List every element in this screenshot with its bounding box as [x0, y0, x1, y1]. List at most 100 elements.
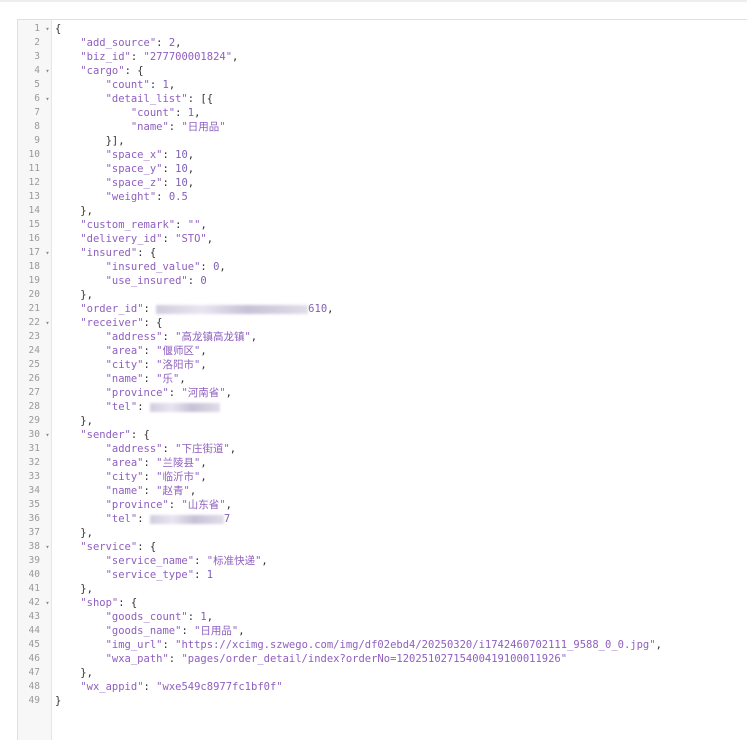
code-text: "count": 1, — [130, 107, 201, 119]
code-line: 45 "img_url": "https://xcimg.szwego.com/… — [18, 638, 747, 652]
code-text: "name": "日用品" — [130, 121, 226, 133]
line-number: 17 — [28, 247, 40, 258]
code-line: 7 "count": 1, — [18, 106, 747, 120]
code-line: 34 "name": "赵青", — [18, 484, 747, 498]
line-number: 36 — [28, 513, 40, 524]
code-text: }, — [55, 583, 93, 595]
code-line: 4 ▾ "cargo": { — [18, 64, 747, 78]
line-number: 37 — [28, 527, 40, 538]
code-line: 15 "custom_remark": "", — [18, 218, 747, 232]
code-line: 30 ▾ "sender": { — [18, 428, 747, 442]
fold-toggle-icon[interactable]: ▾ — [44, 22, 51, 36]
code-line: 17 ▾ "insured": { — [18, 246, 747, 260]
code-line: 5 "count": 1, — [18, 78, 747, 92]
fold-toggle-icon[interactable]: ▾ — [44, 92, 51, 106]
code-line: 20 }, — [18, 288, 747, 302]
line-number: 40 — [28, 569, 40, 580]
line-number: 46 — [28, 653, 40, 664]
line-number: 18 — [28, 261, 40, 272]
line-number: 8 — [34, 121, 40, 132]
code-text: "space_z": 10, — [105, 177, 195, 189]
code-line: 24 "area": "偃师区", — [18, 344, 747, 358]
code-line: 18 "insured_value": 0, — [18, 260, 747, 274]
line-number: 45 — [28, 639, 40, 650]
code-text: "shop": { — [80, 597, 138, 609]
code-text: "space_x": 10, — [105, 149, 195, 161]
line-number: 16 — [28, 233, 40, 244]
code-line: 23 "address": "高龙镇高龙镇", — [18, 330, 747, 344]
code-line: 9 }], — [18, 134, 747, 148]
line-number: 5 — [34, 79, 40, 90]
code-line: 12 "space_z": 10, — [18, 176, 747, 190]
code-line: 46 "wxa_path": "pages/order_detail/index… — [18, 652, 747, 666]
line-number: 23 — [28, 331, 40, 342]
line-number: 19 — [28, 275, 40, 286]
line-number: 15 — [28, 219, 40, 230]
code-text: "detail_list": [{ — [105, 93, 214, 105]
line-number: 34 — [28, 485, 40, 496]
code-line: 25 "city": "洛阳市", — [18, 358, 747, 372]
line-number: 22 — [28, 317, 40, 328]
fold-toggle-icon[interactable]: ▾ — [44, 428, 51, 442]
line-number: 31 — [28, 443, 40, 454]
code-text: "insured": { — [80, 247, 157, 259]
code-line: 19 "use_insured": 0 — [18, 274, 747, 288]
line-number: 44 — [28, 625, 40, 636]
code-text: "province": "山东省", — [105, 499, 232, 511]
code-line: 29 }, — [18, 414, 747, 428]
code-text: "city": "洛阳市", — [105, 359, 207, 371]
line-number: 14 — [28, 205, 40, 216]
code-line: 44 "goods_name": "日用品", — [18, 624, 747, 638]
code-lines: 1 ▾{2 "add_source": 2, 3 "biz_id": "277700… — [18, 22, 747, 708]
code-line: 32 "area": "兰陵县", — [18, 456, 747, 470]
line-number: 43 — [28, 611, 40, 622]
line-number: 9 — [34, 135, 40, 146]
code-line: 26 "name": "乐", — [18, 372, 747, 386]
code-line: 6 ▾ "detail_list": [{ — [18, 92, 747, 106]
code-text: }, — [55, 667, 93, 679]
line-number: 10 — [28, 149, 40, 160]
fold-toggle-icon[interactable]: ▾ — [44, 246, 51, 260]
code-text: "img_url": "https://xcimg.szwego.com/img… — [105, 639, 662, 651]
code-text: "count": 1, — [105, 79, 176, 91]
code-text: "address": "高龙镇高龙镇", — [105, 331, 258, 343]
code-text: "province": "河南省", — [105, 387, 232, 399]
line-number: 39 — [28, 555, 40, 566]
code-line: 16 "delivery_id": "STO", — [18, 232, 747, 246]
code-text: "service_name": "标准快递", — [105, 555, 268, 567]
code-line: 11 "space_y": 10, — [18, 162, 747, 176]
line-number: 48 — [28, 681, 40, 692]
code-line: 39 "service_name": "标准快递", — [18, 554, 747, 568]
code-text: }, — [55, 415, 93, 427]
line-number: 3 — [34, 51, 40, 62]
line-number: 7 — [34, 107, 40, 118]
code-line: 2 "add_source": 2, — [18, 36, 747, 50]
fold-toggle-icon[interactable]: ▾ — [44, 64, 51, 78]
line-number: 38 — [28, 541, 40, 552]
fold-toggle-icon[interactable]: ▾ — [44, 596, 51, 610]
line-number: 13 — [28, 191, 40, 202]
code-text: "insured_value": 0, — [105, 261, 226, 273]
code-line: 33 "city": "临沂市", — [18, 470, 747, 484]
top-toolbar-strip — [0, 0, 747, 2]
line-number: 12 — [28, 177, 40, 188]
code-line: 41 }, — [18, 582, 747, 596]
line-number: 6 — [34, 93, 40, 104]
line-number: 30 — [28, 429, 40, 440]
code-text: "area": "兰陵县", — [105, 457, 207, 469]
code-text: "weight": 0.5 — [105, 191, 188, 203]
json-code-editor[interactable]: 1 ▾{2 "add_source": 2, 3 "biz_id": "277700… — [17, 19, 747, 740]
code-text: }, — [55, 205, 93, 217]
code-text: "space_y": 10, — [105, 163, 195, 175]
code-text: "receiver": { — [80, 317, 163, 329]
line-number: 2 — [34, 37, 40, 48]
code-line: 1 ▾ { — [18, 22, 747, 36]
fold-toggle-icon[interactable]: ▾ — [44, 316, 51, 330]
line-number: 41 — [28, 583, 40, 594]
fold-toggle-icon[interactable]: ▾ — [44, 540, 51, 554]
code-line: 38 ▾ "service": { — [18, 540, 747, 554]
code-text: }, — [55, 527, 93, 539]
code-text: "use_insured": 0 — [105, 275, 207, 287]
code-text: "tel": 7 — [105, 513, 231, 525]
code-text: "goods_name": "日用品", — [105, 625, 245, 637]
